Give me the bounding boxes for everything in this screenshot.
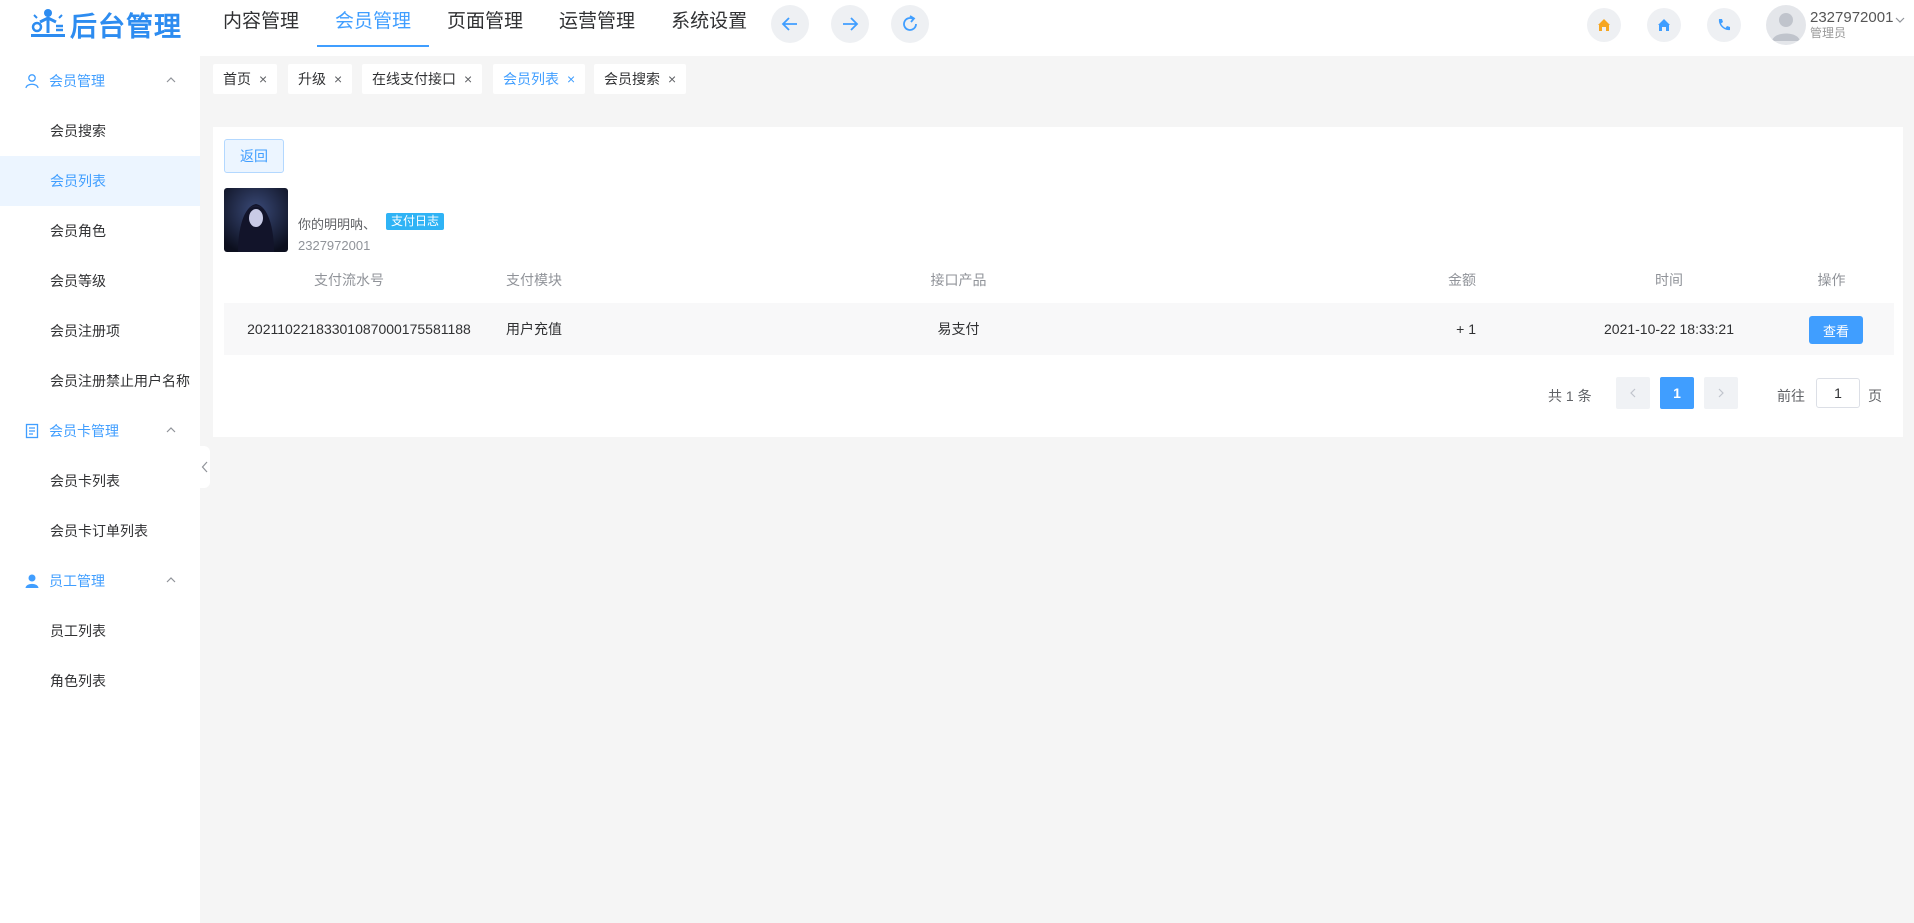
- sidebar-item-member-level[interactable]: 会员等级: [0, 256, 200, 306]
- back-nav-button[interactable]: [771, 5, 809, 43]
- sidebar-item-staff-list[interactable]: 员工列表: [0, 606, 200, 656]
- sidebar-item-member-list[interactable]: 会员列表: [0, 156, 200, 206]
- cell-module: 用户充值: [506, 321, 562, 337]
- top-nav: 内容管理 会员管理 页面管理 运营管理 系统设置: [205, 0, 765, 48]
- phone-icon: [1718, 19, 1730, 31]
- tag-label: 在线支付接口: [372, 71, 456, 87]
- tag-member-search[interactable]: 会员搜索 ×: [594, 64, 687, 94]
- chevron-up-icon: [166, 77, 176, 83]
- chevron-up-icon: [166, 577, 176, 583]
- member-name: 你的明明呐、: [298, 217, 377, 232]
- tag-label: 会员列表: [503, 71, 559, 87]
- goto-page-input[interactable]: [1816, 378, 1860, 408]
- goto-label: 前往: [1777, 388, 1805, 404]
- cell-serial: 20211022183301087000175581188: [247, 321, 471, 337]
- goto-suffix: 页: [1868, 388, 1882, 404]
- sidebar-group-label: 会员卡管理: [49, 423, 119, 439]
- close-icon[interactable]: ×: [334, 71, 342, 87]
- sidebar-item-card-orders[interactable]: 会员卡订单列表: [0, 506, 200, 556]
- arrow-right-icon: [843, 17, 859, 31]
- view-button[interactable]: 查看: [1809, 316, 1863, 344]
- forward-nav-button[interactable]: [831, 5, 869, 43]
- column-header-product: 接口产品: [930, 272, 987, 288]
- phone-button[interactable]: [1707, 8, 1741, 42]
- back-button[interactable]: 返回: [224, 139, 284, 173]
- chevron-left-icon: [1630, 388, 1636, 398]
- refresh-icon: [903, 15, 917, 31]
- user-menu[interactable]: 2327972001 管理员: [1766, 4, 1905, 46]
- tag-upgrade[interactable]: 升级 ×: [288, 64, 353, 94]
- sidebar-group-member-card[interactable]: 会员卡管理: [0, 406, 200, 456]
- top-nav-member[interactable]: 会员管理: [317, 0, 430, 47]
- sidebar-group-label: 会员管理: [49, 73, 105, 89]
- logo-icon: [28, 6, 68, 42]
- column-header-serial: 支付流水号: [314, 272, 384, 288]
- chevron-up-icon: [166, 427, 176, 433]
- page-number-1[interactable]: 1: [1660, 377, 1694, 409]
- tags-bar: 首页 × 升级 × 在线支付接口 × 会员列表 × 会员搜索 ×: [200, 56, 1914, 116]
- home-button[interactable]: [1647, 8, 1681, 42]
- close-icon[interactable]: ×: [567, 71, 575, 87]
- top-nav-settings[interactable]: 系统设置: [653, 0, 765, 47]
- sidebar-item-member-search[interactable]: 会员搜索: [0, 106, 200, 156]
- sidebar: 会员管理 会员搜索 会员列表 会员角色 会员等级 会员注册项 会员注册禁止用户名…: [0, 56, 200, 923]
- home-button-orange[interactable]: [1587, 8, 1621, 42]
- top-nav-page[interactable]: 页面管理: [429, 0, 541, 47]
- member-id: 2327972001: [298, 238, 371, 253]
- close-icon[interactable]: ×: [259, 71, 267, 87]
- top-nav-operation[interactable]: 运营管理: [541, 0, 653, 47]
- sidebar-item-member-banned-names[interactable]: 会员注册禁止用户名称: [0, 356, 200, 406]
- close-icon[interactable]: ×: [668, 71, 676, 87]
- chevron-right-icon: [1718, 388, 1724, 398]
- table-row: 20211022183301087000175581188 用户充值 易支付 +…: [224, 303, 1894, 355]
- sidebar-group-label: 员工管理: [49, 573, 105, 589]
- sidebar-item-member-role[interactable]: 会员角色: [0, 206, 200, 256]
- chevron-left-icon: [201, 461, 208, 473]
- tag-label: 升级: [298, 71, 326, 87]
- column-header-module: 支付模块: [506, 272, 562, 288]
- column-header-amount: 金额: [1448, 272, 1476, 288]
- sidebar-item-role-list[interactable]: 角色列表: [0, 656, 200, 706]
- card-icon: [24, 423, 40, 439]
- member-avatar: [224, 188, 288, 252]
- tag-member-list[interactable]: 会员列表 ×: [493, 64, 586, 94]
- tag-label: 会员搜索: [604, 71, 660, 87]
- tag-online-payment[interactable]: 在线支付接口 ×: [362, 64, 483, 94]
- logo[interactable]: 后台管理: [28, 4, 182, 44]
- sidebar-item-card-list[interactable]: 会员卡列表: [0, 456, 200, 506]
- logo-text: 后台管理: [70, 11, 182, 42]
- home-icon: [1598, 19, 1610, 31]
- close-icon[interactable]: ×: [464, 71, 472, 87]
- sidebar-group-member[interactable]: 会员管理: [0, 56, 200, 106]
- next-page-button[interactable]: [1704, 377, 1738, 409]
- top-header: 后台管理 内容管理 会员管理 页面管理 运营管理 系统设置 2327972001…: [0, 0, 1914, 56]
- user-role: 管理员: [1810, 25, 1847, 40]
- user-id: 2327972001: [1810, 9, 1894, 27]
- payment-log-badge: 支付日志: [386, 213, 445, 230]
- sidebar-group-staff[interactable]: 员工管理: [0, 556, 200, 606]
- cell-product: 易支付: [937, 321, 980, 337]
- arrow-left-icon: [781, 17, 797, 31]
- avatar: [1766, 5, 1806, 45]
- chevron-down-icon: [1896, 17, 1905, 23]
- column-header-time: 时间: [1655, 272, 1683, 288]
- sidebar-collapse-handle[interactable]: [200, 446, 210, 488]
- sidebar-item-member-register-fields[interactable]: 会员注册项: [0, 306, 200, 356]
- content-card: 返回 你的明明呐、 支付日志 2327972001 支付流水号 支付模块 接口产…: [213, 127, 1903, 437]
- tag-home[interactable]: 首页 ×: [213, 64, 278, 94]
- home-icon: [1658, 19, 1670, 31]
- tag-label: 首页: [223, 71, 251, 87]
- person-icon: [24, 573, 40, 589]
- prev-page-button[interactable]: [1616, 377, 1650, 409]
- refresh-button[interactable]: [891, 5, 929, 43]
- cell-time: 2021-10-22 18:33:21: [1604, 321, 1734, 337]
- user-avatar-icon: [1772, 13, 1800, 41]
- user-icon: [24, 73, 40, 89]
- column-header-action: 操作: [1817, 272, 1846, 288]
- top-nav-content[interactable]: 内容管理: [205, 0, 317, 47]
- pagination-total: 共 1 条: [1548, 388, 1592, 404]
- cell-amount: + 1: [1456, 321, 1476, 337]
